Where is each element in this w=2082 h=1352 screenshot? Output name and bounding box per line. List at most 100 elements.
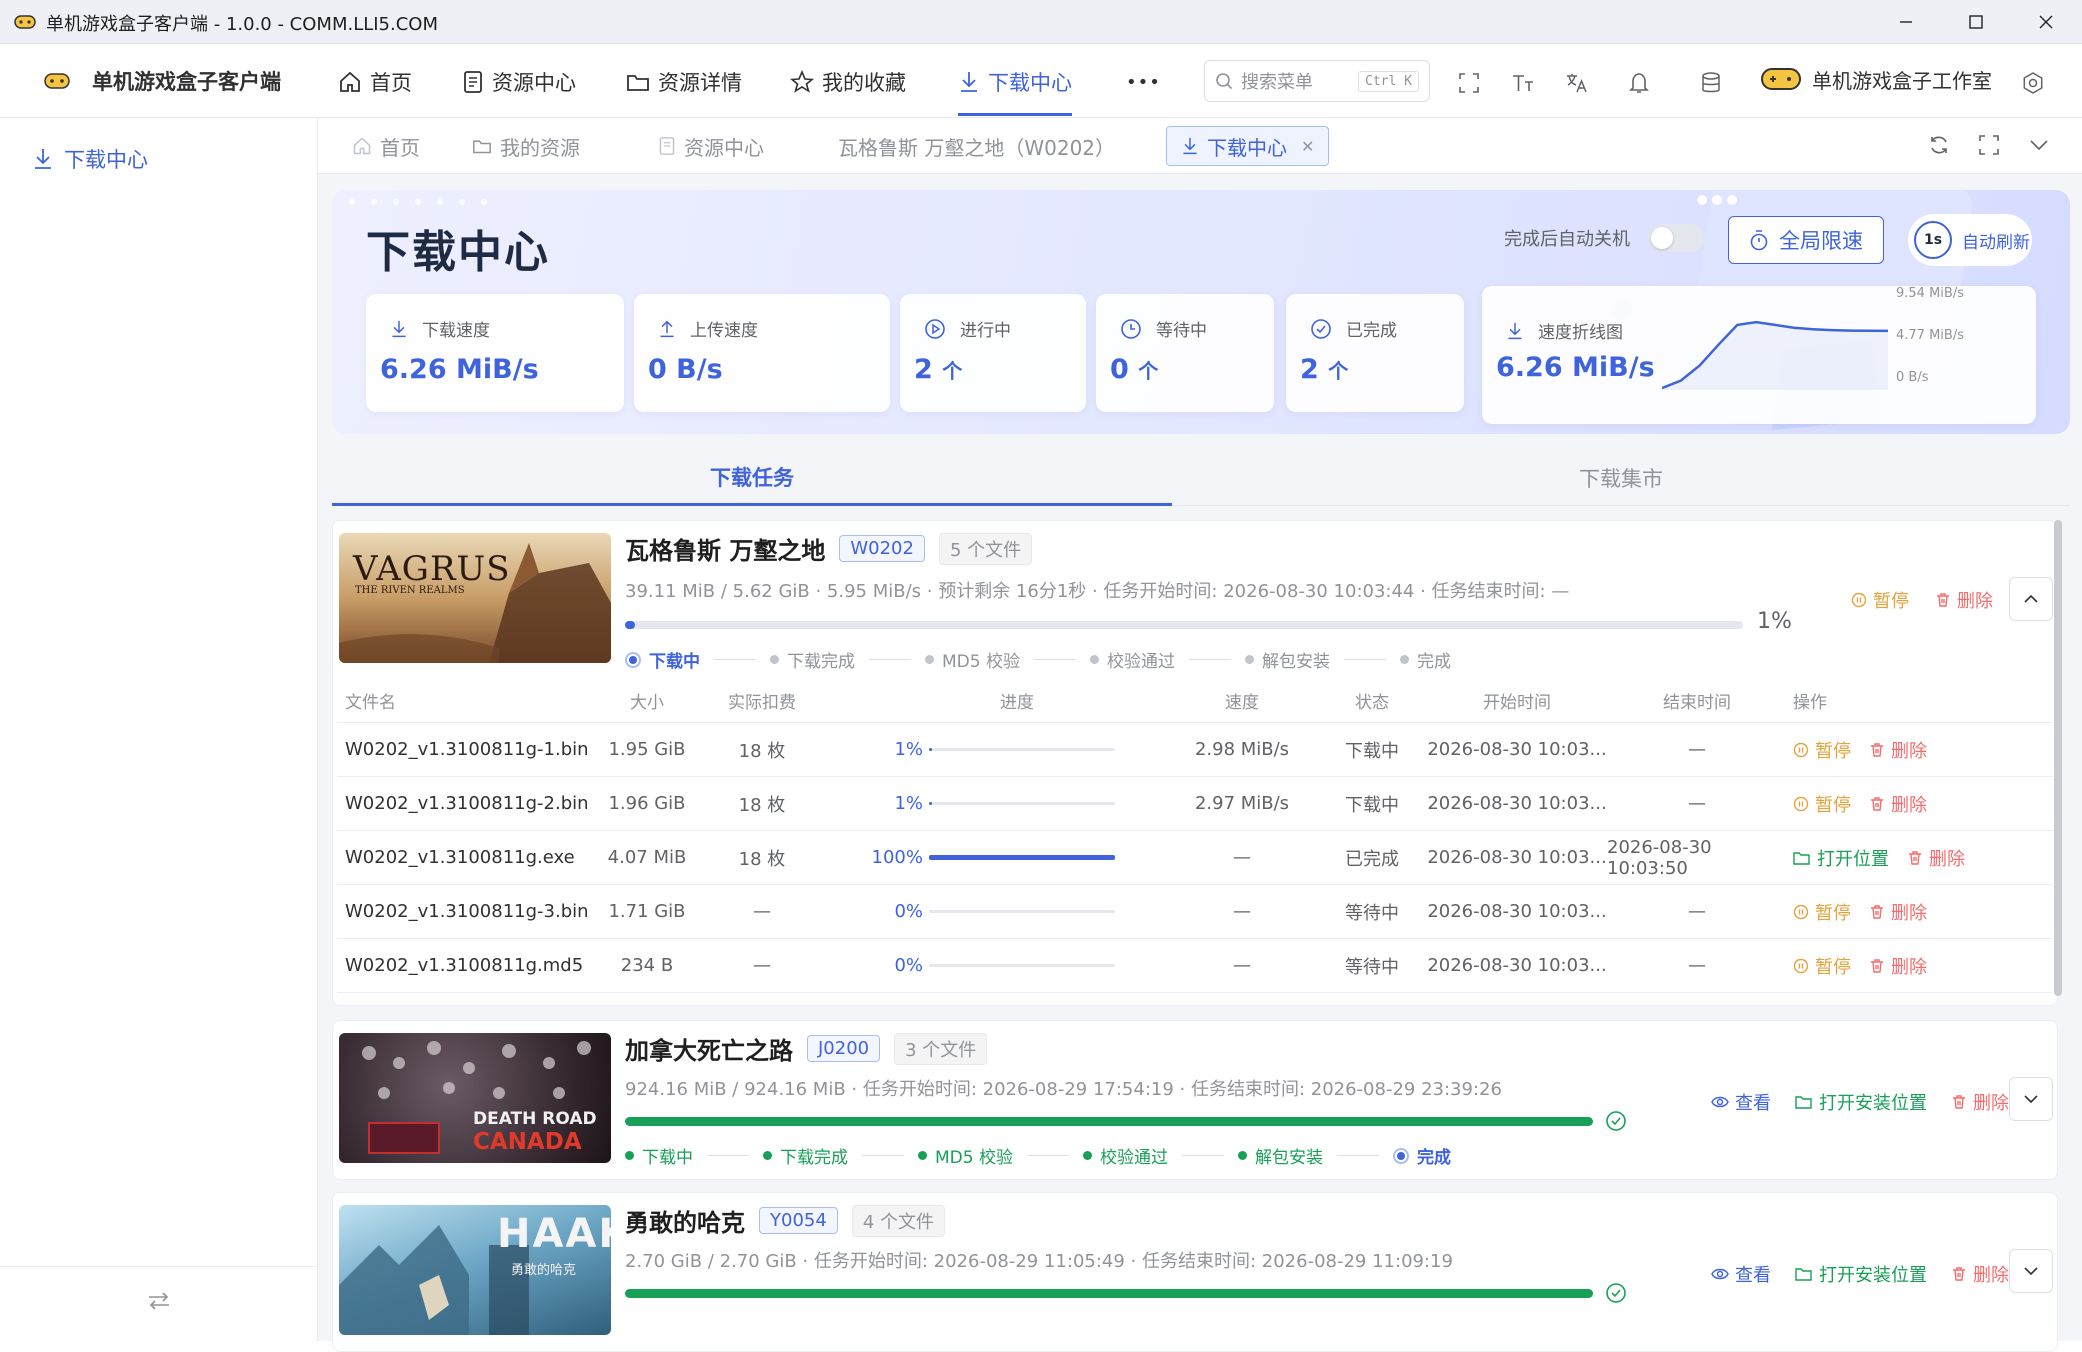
file-fee: 18 枚 bbox=[738, 848, 786, 870]
view-task-button[interactable]: 查看 bbox=[1711, 1261, 1771, 1287]
delete-file-button[interactable]: 删除 bbox=[1869, 953, 1927, 979]
clock-icon bbox=[1120, 318, 1142, 340]
nav-home[interactable]: 首页 bbox=[338, 66, 412, 98]
trash-icon bbox=[1951, 1266, 1967, 1282]
close-window-button[interactable] bbox=[2014, 0, 2078, 44]
refresh-icon[interactable] bbox=[1928, 134, 1950, 156]
game-title: 勇敢的哈克 bbox=[625, 1209, 745, 1237]
file-name: W0202_v1.3100811g.exe bbox=[345, 847, 575, 868]
task-title-row: 加拿大死亡之路 J0200 3 个文件 bbox=[625, 1031, 988, 1066]
app-brand[interactable]: 单机游戏盒子客户端 bbox=[44, 66, 281, 96]
view-task-button[interactable]: 查看 bbox=[1711, 1089, 1771, 1115]
more-menu-button[interactable]: ••• bbox=[1126, 66, 1161, 98]
pause-file-button[interactable]: 暂停 bbox=[1793, 953, 1851, 979]
file-name: W0202_v1.3100811g-2.bin bbox=[345, 793, 589, 814]
nav-resource-detail[interactable]: 资源详情 bbox=[626, 66, 742, 98]
trash-icon bbox=[1869, 904, 1885, 920]
delete-file-button[interactable]: 删除 bbox=[1869, 737, 1927, 763]
step-md5-check: MD5 校验 bbox=[925, 647, 1020, 672]
top-header: 单机游戏盒子客户端 首页 资源中心 资源详情 我的收藏 下载中心 ••• 搜索菜… bbox=[0, 44, 2082, 118]
collapse-task-button[interactable] bbox=[2009, 577, 2053, 621]
pause-file-button[interactable]: 暂停 bbox=[1793, 737, 1851, 763]
global-limit-button[interactable]: 全局限速 bbox=[1728, 216, 1884, 264]
tab-download-center[interactable]: 下载中心 ✕ bbox=[1166, 126, 1330, 166]
stat-waiting: 等待中 0 个 bbox=[1096, 294, 1274, 412]
file-count-badge: 3 个文件 bbox=[894, 1032, 988, 1065]
minimize-button[interactable] bbox=[1874, 0, 1938, 44]
tab-vagrus-detail[interactable]: 瓦格鲁斯 万壑之地（W0202） bbox=[824, 126, 1129, 166]
step-complete: 完成 bbox=[1399, 647, 1451, 672]
file-size: 4.07 MiB bbox=[607, 847, 687, 868]
settings-gear-icon[interactable] bbox=[2018, 68, 2048, 98]
delete-task-button[interactable]: 删除 bbox=[1951, 1089, 2009, 1115]
fullscreen-icon[interactable] bbox=[1454, 68, 1484, 98]
bell-icon[interactable] bbox=[1624, 68, 1654, 98]
expand-task-button[interactable] bbox=[2009, 1077, 2053, 1121]
file-name: W0202_v1.3100811g-1.bin bbox=[345, 739, 589, 760]
maximize-button[interactable] bbox=[1944, 0, 2008, 44]
nav-favorites[interactable]: 我的收藏 bbox=[790, 66, 906, 98]
file-actions: 暂停 删除 bbox=[1793, 939, 1927, 992]
file-speed: — bbox=[1233, 847, 1251, 868]
tab-download-tasks[interactable]: 下载任务 bbox=[332, 450, 1172, 506]
tab-download-market[interactable]: 下载集市 bbox=[1172, 450, 2070, 506]
task-progress-bar bbox=[625, 1289, 1593, 1298]
maximize-content-icon[interactable] bbox=[1978, 134, 2000, 156]
file-progress: 100% bbox=[867, 831, 1167, 884]
task-progress-text: 1% bbox=[1757, 609, 1792, 634]
delete-file-button[interactable]: 删除 bbox=[1869, 791, 1927, 817]
step-check-passed: 校验通过 bbox=[1082, 1143, 1168, 1168]
stat-value: 0 bbox=[1110, 354, 1129, 385]
pause-file-button[interactable]: 暂停 bbox=[1793, 791, 1851, 817]
open-location-button[interactable]: 打开位置 bbox=[1793, 845, 1889, 871]
sidebar-item-download-center[interactable]: 下载中心 bbox=[32, 144, 148, 174]
tab-home[interactable]: 首页 bbox=[338, 126, 434, 166]
delete-task-button[interactable]: 删除 bbox=[1935, 587, 1993, 613]
font-size-icon[interactable] bbox=[1508, 68, 1538, 98]
col-header: 速度 bbox=[1225, 693, 1259, 713]
tab-my-resources[interactable]: 我的资源 bbox=[458, 126, 594, 166]
step-unpack-install: 解包安装 bbox=[1244, 647, 1330, 672]
close-tab-icon[interactable]: ✕ bbox=[1301, 137, 1314, 156]
nav-resource-center[interactable]: 资源中心 bbox=[462, 66, 576, 98]
menu-search[interactable]: 搜索菜单 Ctrl K bbox=[1204, 60, 1430, 102]
pause-icon bbox=[1793, 796, 1809, 812]
cover-title-text: HAAK bbox=[497, 1211, 611, 1257]
file-size: 1.96 GiB bbox=[608, 793, 686, 814]
translate-icon[interactable] bbox=[1562, 68, 1592, 98]
cover-subtitle-text: THE RIVEN REALMS bbox=[355, 585, 465, 596]
studio-profile[interactable]: 单机游戏盒子工作室 bbox=[1760, 64, 1992, 94]
nav-download-center[interactable]: 下载中心 bbox=[958, 66, 1072, 116]
trash-icon bbox=[1869, 742, 1885, 758]
tab-resource-center[interactable]: 资源中心 bbox=[644, 126, 778, 166]
task-card-haak: HAAK 勇敢的哈克 勇敢的哈克 Y0054 4 个文件 2.70 GiB / … bbox=[332, 1192, 2058, 1352]
delete-file-button[interactable]: 删除 bbox=[1907, 845, 1965, 871]
table-row: W0202_v1.3100811g-1.bin 1.95 GiB 18 枚 1%… bbox=[337, 723, 2053, 777]
delete-file-button[interactable]: 删除 bbox=[1869, 899, 1927, 925]
file-speed: 2.97 MiB/s bbox=[1194, 793, 1290, 814]
stat-unit: 个 bbox=[942, 359, 963, 383]
y-tick-label: 0 B/s bbox=[1896, 370, 1929, 385]
auto-shutdown-toggle[interactable] bbox=[1648, 224, 1704, 252]
content-scrollbar[interactable] bbox=[2054, 520, 2062, 996]
file-start-time: 2026-08-30 10:03... bbox=[1427, 739, 1607, 760]
open-install-location-button[interactable]: 打开安装位置 bbox=[1795, 1089, 1927, 1115]
nav-resource-detail-label: 资源详情 bbox=[658, 71, 742, 95]
download-icon bbox=[32, 147, 54, 171]
download-icon bbox=[1181, 136, 1199, 156]
pause-file-button[interactable]: 暂停 bbox=[1793, 899, 1851, 925]
col-header: 文件名 bbox=[345, 693, 396, 713]
open-install-location-button[interactable]: 打开安装位置 bbox=[1795, 1261, 1927, 1287]
chevron-down-icon[interactable] bbox=[2028, 136, 2050, 154]
file-actions: 暂停 删除 bbox=[1793, 885, 1927, 938]
database-icon[interactable] bbox=[1696, 68, 1726, 98]
file-actions: 打开位置 删除 bbox=[1793, 831, 1965, 884]
expand-task-button[interactable] bbox=[2009, 1249, 2053, 1293]
auto-refresh-button[interactable]: 1s 自动刷新 bbox=[1908, 214, 2032, 266]
pause-task-button[interactable]: 暂停 bbox=[1851, 587, 1909, 613]
step-downloading: 下载中 bbox=[625, 1143, 693, 1168]
global-limit-label: 全局限速 bbox=[1779, 229, 1863, 253]
delete-task-button[interactable]: 删除 bbox=[1951, 1261, 2009, 1287]
col-header: 进度 bbox=[1000, 693, 1034, 713]
collapse-sidebar-icon[interactable] bbox=[146, 1290, 172, 1312]
